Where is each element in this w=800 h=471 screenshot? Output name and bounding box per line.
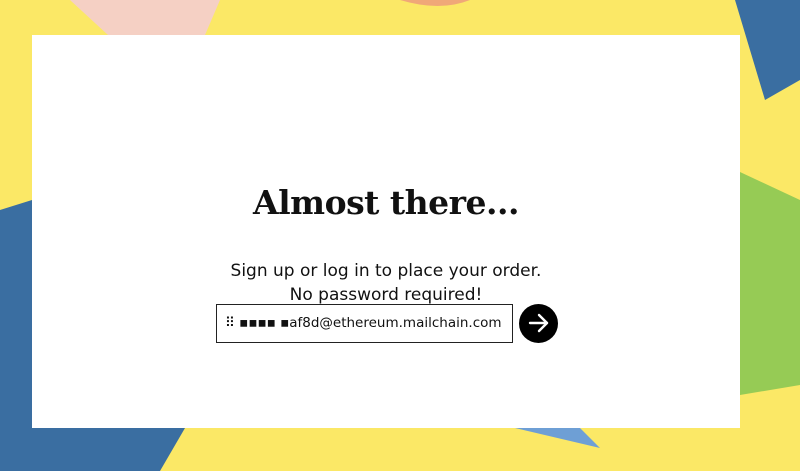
green-shape-right bbox=[740, 172, 800, 395]
page-title: Almost there... bbox=[253, 183, 519, 222]
submit-button[interactable] bbox=[519, 303, 558, 343]
subtitle-line-1: Sign up or log in to place your order. bbox=[230, 261, 542, 281]
email-input[interactable] bbox=[216, 303, 513, 343]
email-form bbox=[216, 303, 558, 343]
subtitle: Sign up or log in to place your order. N… bbox=[32, 259, 740, 307]
arrow-right-icon bbox=[528, 313, 548, 333]
orange-shape bbox=[400, 0, 470, 6]
light-blue-shape-bottom bbox=[515, 428, 600, 448]
blue-shape-top-right bbox=[735, 0, 800, 100]
login-card: Almost there... Sign up or log in to pla… bbox=[32, 35, 740, 428]
pink-shape bbox=[70, 0, 220, 35]
page-background: Almost there... Sign up or log in to pla… bbox=[0, 0, 800, 471]
